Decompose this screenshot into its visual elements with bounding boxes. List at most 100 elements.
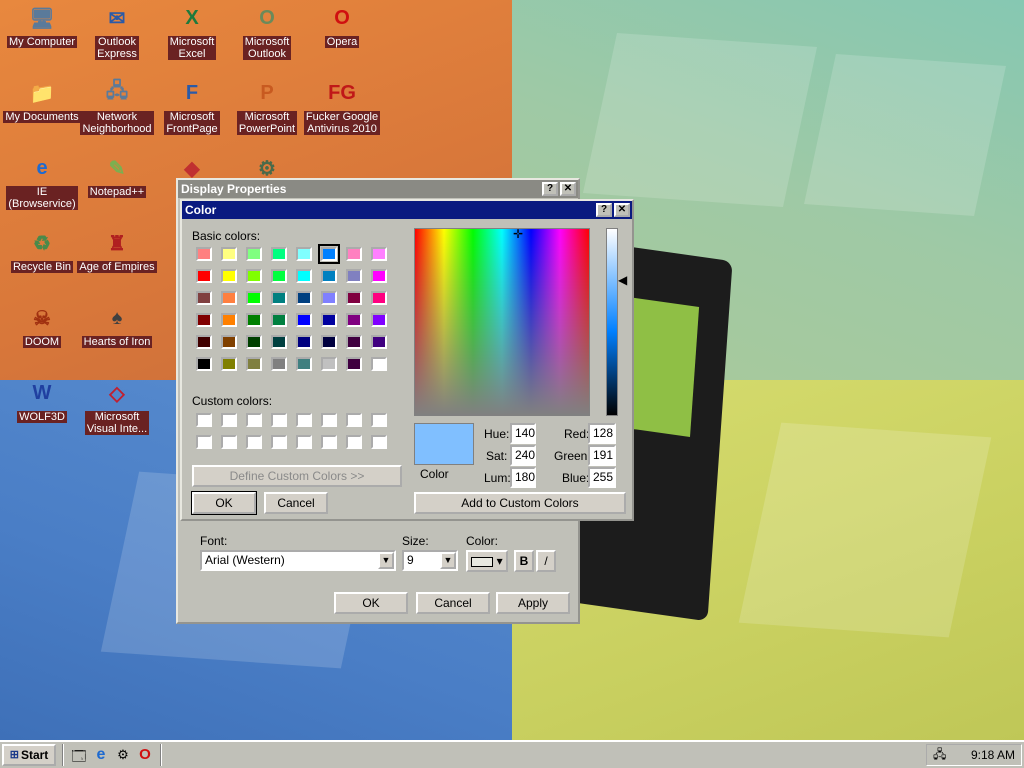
color-spectrum[interactable]: ✛ [414, 227, 590, 416]
display-properties-titlebar[interactable]: Display Properties ? ✕ [178, 180, 578, 198]
basic-color-swatch[interactable] [271, 269, 287, 283]
cancel-button[interactable]: Cancel [416, 592, 490, 614]
start-button[interactable]: ⊞ Start [2, 744, 56, 766]
custom-color-swatch[interactable] [371, 413, 387, 427]
desktop-icon[interactable]: 🗔 [70, 746, 88, 764]
desktop-icon-item[interactable]: FG Fucker Google Antivirus 2010 [302, 77, 382, 135]
bold-button[interactable]: B [514, 550, 534, 572]
channel-icon[interactable]: ⚙ [114, 746, 132, 764]
basic-color-swatch[interactable] [346, 291, 362, 305]
basic-color-swatch[interactable] [371, 247, 387, 261]
basic-color-swatch[interactable] [296, 313, 312, 327]
basic-color-swatch[interactable] [371, 313, 387, 327]
close-button[interactable]: ✕ [560, 182, 576, 196]
desktop-icon-item[interactable]: X Microsoft Excel [152, 2, 232, 60]
desktop-icon-item[interactable]: ♻ Recycle Bin [2, 227, 82, 273]
basic-color-swatch[interactable] [196, 247, 212, 261]
custom-color-swatch[interactable] [221, 435, 237, 449]
green-input[interactable]: 191 [588, 445, 616, 466]
basic-color-swatch[interactable] [246, 269, 262, 283]
desktop-icon-item[interactable]: O Microsoft Outlook [227, 2, 307, 60]
basic-color-swatch[interactable] [271, 247, 287, 261]
basic-color-swatch[interactable] [221, 313, 237, 327]
basic-color-swatch[interactable] [318, 244, 340, 264]
desktop-icon-item[interactable]: F Microsoft FrontPage [152, 77, 232, 135]
apply-button[interactable]: Apply [496, 592, 570, 614]
basic-color-swatch[interactable] [246, 313, 262, 327]
basic-color-swatch[interactable] [196, 291, 212, 305]
basic-color-swatch[interactable] [346, 335, 362, 349]
help-button[interactable]: ? [596, 203, 612, 217]
blue-input[interactable]: 255 [588, 467, 616, 488]
basic-color-swatch[interactable] [221, 335, 237, 349]
desktop-icon-item[interactable]: ✎ Notepad++ [77, 152, 157, 198]
basic-color-swatch[interactable] [221, 291, 237, 305]
basic-color-swatch[interactable] [321, 269, 337, 283]
custom-color-swatch[interactable] [371, 435, 387, 449]
custom-color-swatch[interactable] [246, 435, 262, 449]
red-input[interactable]: 128 [588, 423, 616, 444]
custom-color-swatch[interactable] [346, 435, 362, 449]
basic-color-swatch[interactable] [321, 335, 337, 349]
network-tray-icon[interactable]: 🖧 [933, 745, 946, 766]
slider-arrow-icon[interactable]: ◀ [618, 273, 627, 287]
desktop-icon-item[interactable]: e IE (Browservice) [2, 152, 82, 210]
define-custom-colors-button[interactable]: Define Custom Colors >> [192, 465, 402, 487]
desktop-icon-item[interactable]: ☠ DOOM [2, 302, 82, 348]
desktop-icon-item[interactable]: 🖧 Network Neighborhood [77, 77, 157, 135]
custom-color-swatch[interactable] [296, 435, 312, 449]
basic-color-swatch[interactable] [346, 269, 362, 283]
basic-color-swatch[interactable] [196, 313, 212, 327]
basic-color-swatch[interactable] [246, 291, 262, 305]
help-button[interactable]: ? [542, 182, 558, 196]
basic-color-swatch[interactable] [346, 357, 362, 371]
lum-input[interactable]: 180 [510, 467, 536, 488]
desktop-icon-item[interactable]: ♠ Hearts of Iron [77, 302, 157, 348]
basic-color-swatch[interactable] [271, 335, 287, 349]
hue-input[interactable]: 140 [510, 423, 536, 444]
custom-color-swatch[interactable] [271, 413, 287, 427]
basic-color-swatch[interactable] [271, 357, 287, 371]
custom-color-swatch[interactable] [321, 435, 337, 449]
basic-color-swatch[interactable] [246, 357, 262, 371]
color-dialog-titlebar[interactable]: Color ? ✕ [182, 201, 632, 219]
custom-color-swatch[interactable] [296, 413, 312, 427]
basic-color-swatch[interactable] [321, 313, 337, 327]
basic-color-swatch[interactable] [371, 357, 387, 371]
custom-color-swatch[interactable] [196, 413, 212, 427]
custom-color-swatch[interactable] [221, 413, 237, 427]
color-picker-button[interactable]: ▾ [466, 550, 508, 572]
custom-color-swatch[interactable] [271, 435, 287, 449]
desktop-icon-item[interactable]: W WOLF3D [2, 377, 82, 423]
basic-color-swatch[interactable] [246, 247, 262, 261]
basic-color-swatch[interactable] [346, 247, 362, 261]
opera-icon[interactable]: O [136, 746, 154, 764]
desktop-icon-item[interactable]: P Microsoft PowerPoint [227, 77, 307, 135]
basic-color-swatch[interactable] [371, 269, 387, 283]
basic-color-swatch[interactable] [371, 335, 387, 349]
basic-color-swatch[interactable] [271, 313, 287, 327]
basic-color-swatch[interactable] [296, 335, 312, 349]
ok-button[interactable]: OK [334, 592, 408, 614]
clock[interactable]: 9:18 AM [971, 748, 1015, 762]
basic-color-swatch[interactable] [346, 313, 362, 327]
desktop-icon-item[interactable]: ✉ Outlook Express [77, 2, 157, 60]
chevron-down-icon[interactable]: ▼ [440, 552, 456, 569]
basic-color-swatch[interactable] [221, 247, 237, 261]
basic-color-swatch[interactable] [271, 291, 287, 305]
ie-icon[interactable]: e [92, 746, 110, 764]
custom-color-swatch[interactable] [321, 413, 337, 427]
basic-color-swatch[interactable] [321, 357, 337, 371]
basic-color-swatch[interactable] [296, 357, 312, 371]
basic-color-swatch[interactable] [246, 335, 262, 349]
basic-color-swatch[interactable] [296, 291, 312, 305]
custom-color-swatch[interactable] [246, 413, 262, 427]
basic-color-swatch[interactable] [371, 291, 387, 305]
ok-button[interactable]: OK [191, 491, 257, 515]
font-select[interactable]: Arial (Western) [200, 550, 396, 571]
desktop-icon-item[interactable]: ◇ Microsoft Visual Inte... [77, 377, 157, 435]
luminosity-slider[interactable] [606, 228, 618, 416]
basic-color-swatch[interactable] [221, 357, 237, 371]
desktop-icon-item[interactable]: 📁 My Documents [2, 77, 82, 123]
sat-input[interactable]: 240 [510, 445, 536, 466]
